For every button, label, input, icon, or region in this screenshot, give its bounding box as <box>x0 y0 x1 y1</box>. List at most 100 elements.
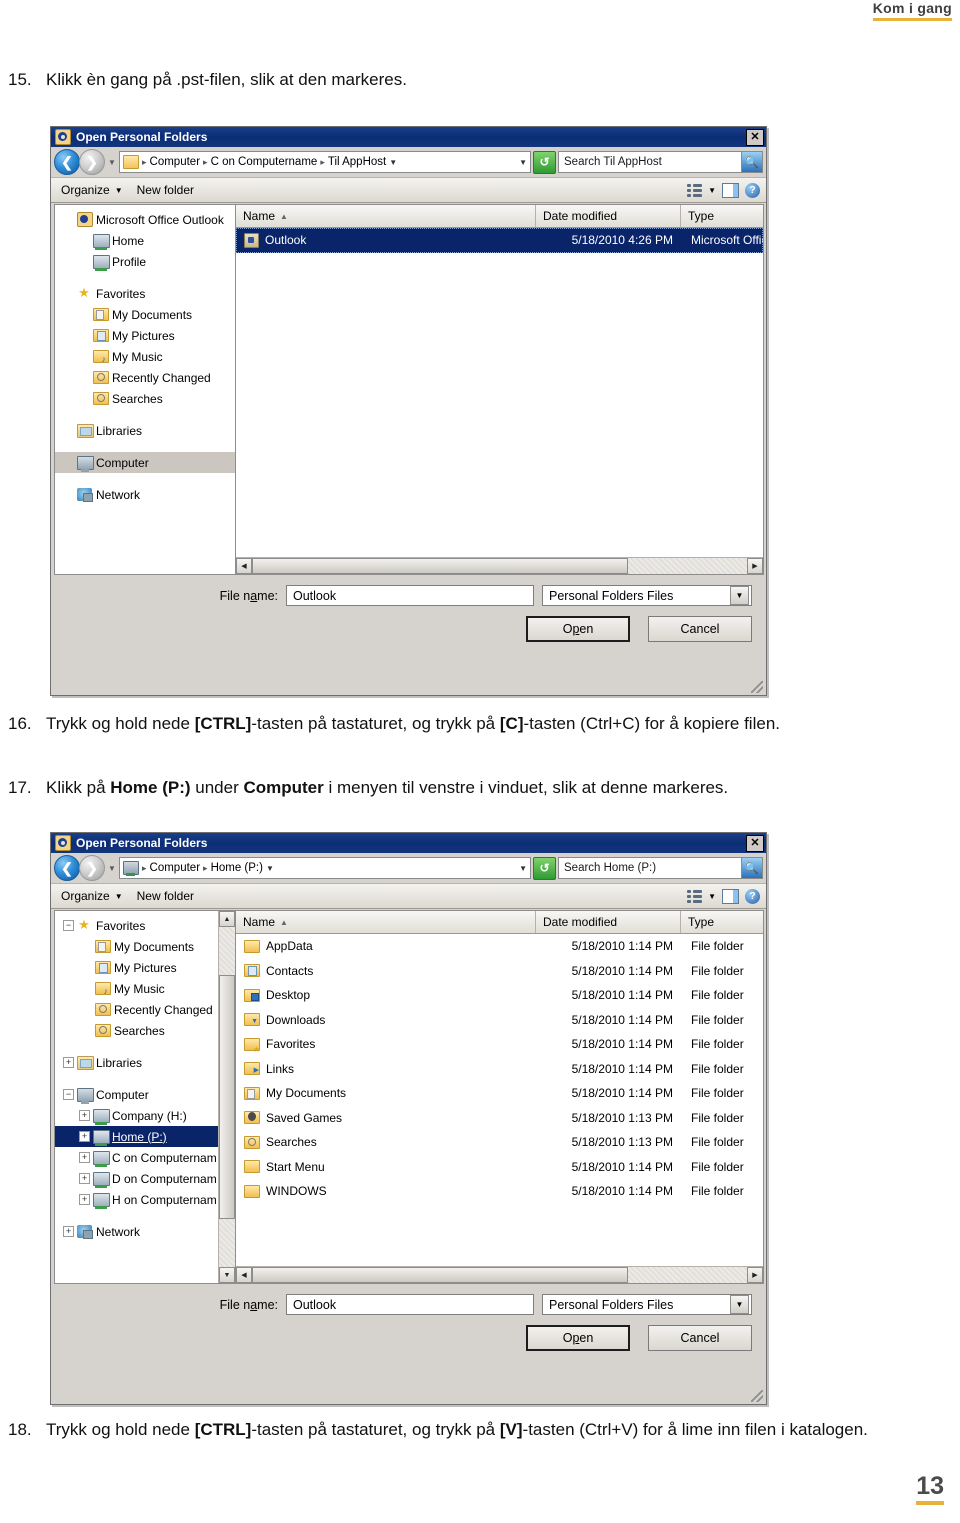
open-button[interactable]: Op en <box>526 1325 630 1351</box>
resize-grip-icon[interactable] <box>751 1390 763 1402</box>
vertical-scroll-track[interactable] <box>219 927 235 1267</box>
column-header-name[interactable]: Name ▲ <box>236 205 536 227</box>
dialog-2-horizontal-scrollbar[interactable]: ◀ ▶ <box>236 1266 763 1283</box>
breadcrumb-item-til-apphost[interactable]: Til AppHost <box>328 156 386 168</box>
tree-item-searches[interactable]: Searches <box>55 388 235 409</box>
dialog-2-navigation-pane[interactable]: − Favorites My Documents My Pictures My Musi… <box>54 910 236 1284</box>
column-header-date-modified[interactable]: Date modified <box>536 205 681 227</box>
expand-icon[interactable]: + <box>63 1226 74 1237</box>
horizontal-scroll-thumb[interactable] <box>252 1267 629 1283</box>
horizontal-scroll-track[interactable] <box>252 1267 747 1283</box>
breadcrumb-caret-icon[interactable]: ▼ <box>389 158 397 167</box>
help-icon[interactable]: ? <box>745 888 760 904</box>
chevron-down-icon[interactable]: ▼ <box>730 586 749 605</box>
close-icon[interactable]: ✕ <box>746 834 764 852</box>
expand-icon[interactable]: + <box>63 1057 74 1068</box>
column-header-type[interactable]: Type <box>681 205 763 227</box>
breadcrumb-item-home-p[interactable]: Home (P:) <box>211 862 263 874</box>
tree-item-my-documents[interactable]: My Documents <box>55 304 235 325</box>
open-personal-folders-dialog-1[interactable]: Open Personal Folders ✕ ❮ ❯ ▼ ▸ Computer… <box>50 126 767 696</box>
file-row[interactable]: Favorites 5/18/2010 1:14 PM File folder <box>236 1032 763 1057</box>
views-caret-icon[interactable]: ▼ <box>708 892 716 901</box>
cancel-button[interactable]: Cancel <box>648 1325 752 1351</box>
file-row[interactable]: Saved Games 5/18/2010 1:13 PM File folder <box>236 1106 763 1131</box>
dialog-1-navigation-pane[interactable]: Microsoft Office Outlook Home Profile Favor… <box>54 204 236 575</box>
preview-pane-icon[interactable] <box>722 888 739 904</box>
file-row[interactable]: AppData 5/18/2010 1:14 PM File folder <box>236 934 763 959</box>
collapse-icon[interactable]: − <box>63 920 74 931</box>
preview-pane-icon[interactable] <box>722 182 739 198</box>
tree-item-libraries[interactable]: + Libraries <box>55 1052 218 1073</box>
expand-icon[interactable]: + <box>79 1173 90 1184</box>
chevron-down-icon[interactable]: ▼ <box>730 1295 749 1314</box>
scroll-up-icon[interactable]: ▲ <box>219 911 235 927</box>
tree-item-h-on-computernam[interactable]: + H on Computernam <box>55 1189 218 1210</box>
new-folder-button[interactable]: New folder <box>133 182 198 198</box>
tree-item-home[interactable]: Home <box>55 230 235 251</box>
tree-item-my-documents[interactable]: My Documents <box>55 936 218 957</box>
tree-item-network[interactable]: + Network <box>55 1221 218 1242</box>
dialog-1-tree[interactable]: Microsoft Office Outlook Home Profile Favor… <box>55 205 235 574</box>
dialog-1-file-list-pane[interactable]: Name ▲ Date modified Type Outlook 5/18/20… <box>236 204 764 575</box>
file-row[interactable]: Searches 5/18/2010 1:13 PM File folder <box>236 1130 763 1155</box>
file-row[interactable]: Contacts 5/18/2010 1:14 PM File folder <box>236 959 763 984</box>
vertical-scroll-thumb[interactable] <box>219 974 235 1220</box>
file-row[interactable]: Links 5/18/2010 1:14 PM File folder <box>236 1057 763 1082</box>
filename-input[interactable]: Outlook <box>286 585 534 606</box>
dialog-2-tree[interactable]: − Favorites My Documents My Pictures My Musi… <box>55 911 218 1283</box>
tree-item-home-p[interactable]: + Home (P:) <box>55 1126 218 1147</box>
views-caret-icon[interactable]: ▼ <box>708 186 716 195</box>
tree-item-computer[interactable]: Computer <box>55 452 235 473</box>
breadcrumb-item-c-on-computername[interactable]: C on Computername <box>211 156 318 168</box>
tree-item-recently-changed[interactable]: Recently Changed <box>55 367 235 388</box>
dialog-2-file-list-pane[interactable]: Name ▲ Date modified Type AppData 5/18/20… <box>236 910 764 1284</box>
expand-icon[interactable]: + <box>79 1110 90 1121</box>
breadcrumb-caret-icon[interactable]: ▼ <box>266 864 274 873</box>
tree-item-libraries[interactable]: Libraries <box>55 420 235 441</box>
file-type-select[interactable]: Personal Folders Files ▼ <box>542 1294 752 1315</box>
resize-grip-icon[interactable] <box>751 681 763 693</box>
dialog-2-breadcrumb[interactable]: ▸ Computer ▸ Home (P:) ▼ ▼ <box>119 857 531 879</box>
history-caret-icon[interactable]: ▼ <box>107 158 117 167</box>
dialog-2-file-rows[interactable]: AppData 5/18/2010 1:14 PM File folder Conta… <box>236 934 763 1266</box>
views-list-icon[interactable] <box>687 889 703 903</box>
new-folder-button[interactable]: New folder <box>133 888 198 904</box>
column-header-name[interactable]: Name ▲ <box>236 911 536 933</box>
dialog-1-search-box[interactable]: Search Til AppHost 🔍 <box>558 151 763 173</box>
file-row[interactable]: Desktop 5/18/2010 1:14 PM File folder <box>236 983 763 1008</box>
back-arrow-icon[interactable]: ❮ <box>54 855 80 881</box>
scroll-right-icon[interactable]: ▶ <box>747 1267 763 1283</box>
file-row[interactable]: Start Menu 5/18/2010 1:14 PM File folder <box>236 1155 763 1180</box>
search-input[interactable]: Search Home (P:) <box>559 862 741 874</box>
dialog-1-breadcrumb[interactable]: ▸ Computer ▸ C on Computername ▸ Til App… <box>119 151 531 173</box>
organize-button[interactable]: Organize ▼ <box>57 888 127 904</box>
dialog-1-horizontal-scrollbar[interactable]: ◀ ▶ <box>236 557 763 574</box>
tree-item-recently-changed[interactable]: Recently Changed <box>55 999 218 1020</box>
file-type-select[interactable]: Personal Folders Files ▼ <box>542 585 752 606</box>
column-header-date-modified[interactable]: Date modified <box>536 911 681 933</box>
tree-item-favorites[interactable]: Favorites <box>55 283 235 304</box>
tree-item-favorites[interactable]: − Favorites <box>55 915 218 936</box>
dialog-1-file-rows[interactable]: Outlook 5/18/2010 4:26 PM Microsoft Office <box>236 228 763 557</box>
refresh-icon[interactable]: ↺ <box>533 150 556 174</box>
filename-input[interactable]: Outlook <box>286 1294 534 1315</box>
tree-item-searches[interactable]: Searches <box>55 1020 218 1041</box>
forward-arrow-icon[interactable]: ❯ <box>79 855 105 881</box>
tree-item-my-music[interactable]: My Music <box>55 978 218 999</box>
expand-icon[interactable]: + <box>79 1131 90 1142</box>
path-dropdown-caret-icon[interactable]: ▼ <box>519 158 527 167</box>
file-row[interactable]: WINDOWS 5/18/2010 1:14 PM File folder <box>236 1179 763 1204</box>
horizontal-scroll-track[interactable] <box>252 558 747 574</box>
file-row[interactable]: Downloads 5/18/2010 1:14 PM File folder <box>236 1008 763 1033</box>
cancel-button[interactable]: Cancel <box>648 616 752 642</box>
file-row[interactable]: My Documents 5/18/2010 1:14 PM File folder <box>236 1081 763 1106</box>
tree-item-profile[interactable]: Profile <box>55 251 235 272</box>
back-arrow-icon[interactable]: ❮ <box>54 149 80 175</box>
search-input[interactable]: Search Til AppHost <box>559 156 741 168</box>
search-icon[interactable]: 🔍 <box>741 858 762 878</box>
history-caret-icon[interactable]: ▼ <box>107 864 117 873</box>
dialog-2-search-box[interactable]: Search Home (P:) 🔍 <box>558 857 763 879</box>
scroll-left-icon[interactable]: ◀ <box>236 1267 252 1283</box>
tree-item-network[interactable]: Network <box>55 484 235 505</box>
open-personal-folders-dialog-2[interactable]: Open Personal Folders ✕ ❮ ❯ ▼ ▸ Computer… <box>50 832 767 1405</box>
